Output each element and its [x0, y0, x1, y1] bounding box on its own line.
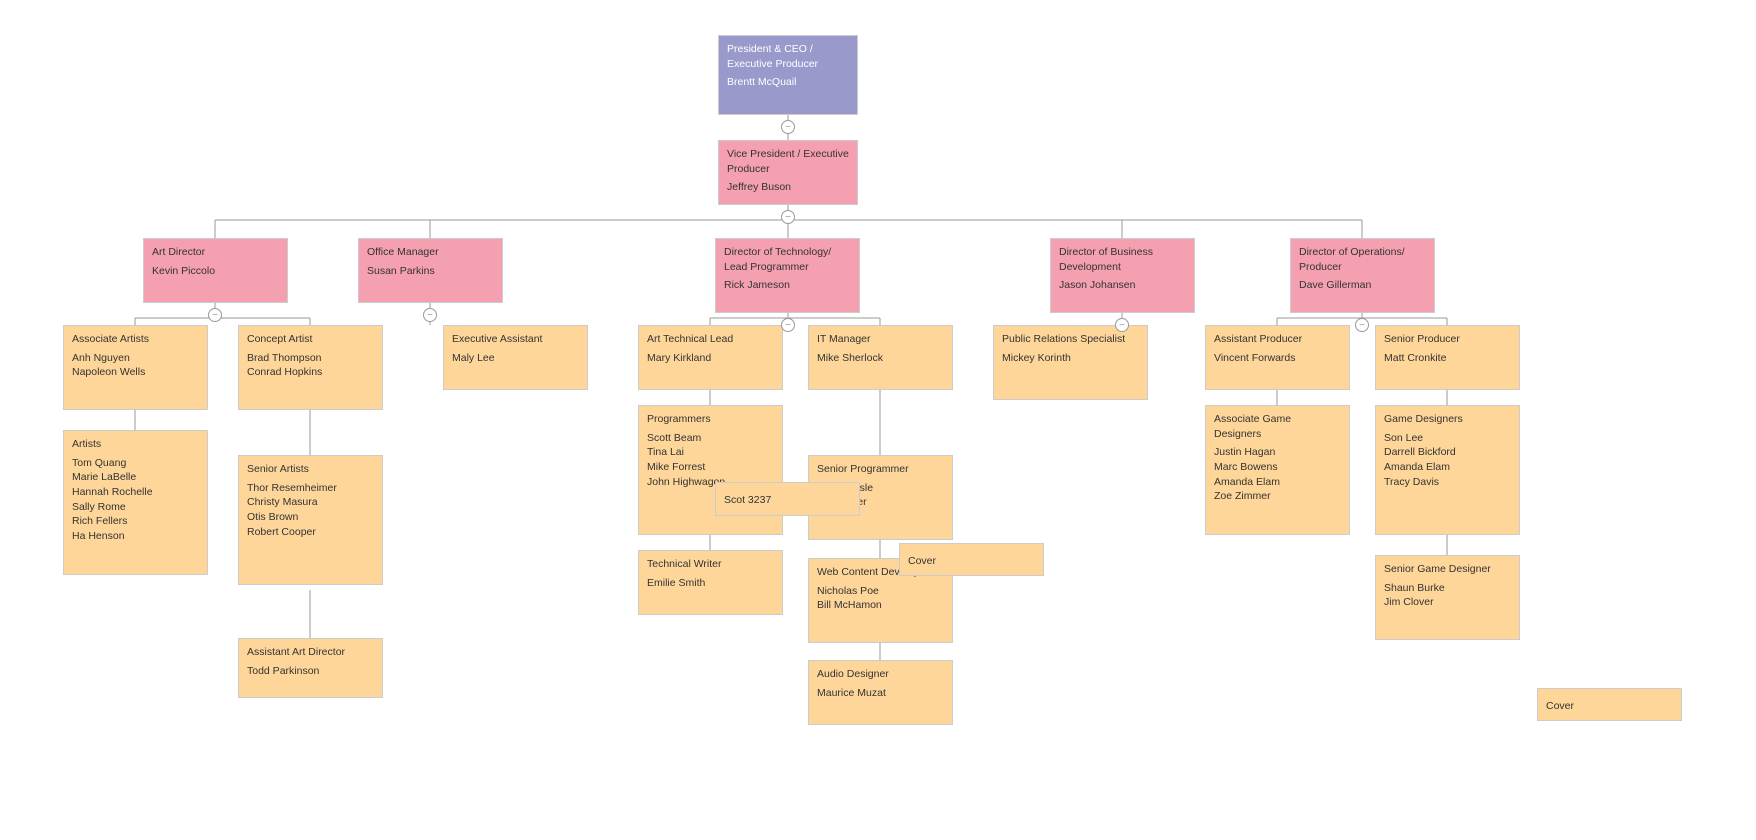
director-biz-title: Director of Business Development	[1059, 245, 1186, 274]
node-asst-art-director: Assistant Art Director Todd Parkinson	[238, 638, 383, 698]
director-tech-title: Director of Technology/ Lead Programmer	[724, 245, 851, 274]
artists-title: Artists	[72, 437, 199, 452]
tech-writer-title: Technical Writer	[647, 557, 774, 572]
expand-circle-ops[interactable]: −	[1355, 318, 1369, 332]
node-director-ops: Director of Operations/ Producer Dave Gi…	[1290, 238, 1435, 313]
expand-circle-tech[interactable]: −	[781, 318, 795, 332]
it-manager-name: Mike Sherlock	[817, 351, 944, 366]
node-scot3237: Scot 3237	[715, 482, 860, 516]
scot3237-name: Scot 3237	[724, 493, 851, 508]
node-tech-writer: Technical Writer Emilie Smith	[638, 550, 783, 615]
artists-name: Tom QuangMarie LaBelleHannah RochelleSal…	[72, 456, 199, 544]
expand-circle-vp[interactable]: −	[781, 210, 795, 224]
assoc-game-designers-title: Associate Game Designers	[1214, 412, 1341, 441]
art-tech-lead-title: Art Technical Lead	[647, 332, 774, 347]
audio-designer-title: Audio Designer	[817, 667, 944, 682]
node-ceo: President & CEO / Executive Producer Bre…	[718, 35, 858, 115]
art-tech-lead-name: Mary Kirkland	[647, 351, 774, 366]
web-content-name: Nicholas PoeBill McHamon	[817, 584, 944, 613]
exec-assistant-title: Executive Assistant	[452, 332, 579, 347]
game-designers-name: Son LeeDarrell BickfordAmanda ElamTracy …	[1384, 431, 1511, 490]
asst-art-director-title: Assistant Art Director	[247, 645, 374, 660]
node-director-biz: Director of Business Development Jason J…	[1050, 238, 1195, 313]
programmers-name: Scott BeamTina LaiMike ForrestJohn Highw…	[647, 431, 774, 490]
asst-art-director-name: Todd Parkinson	[247, 664, 374, 679]
senior-artists-name: Thor ResemheimerChristy MasuraOtis Brown…	[247, 481, 374, 540]
cover-2-name: Cover	[1546, 699, 1673, 714]
node-art-director: Art Director Kevin Piccolo	[143, 238, 288, 303]
art-director-title: Art Director	[152, 245, 279, 260]
pr-specialist-title: Public Relations Specialist	[1002, 332, 1139, 347]
node-asst-producer: Assistant Producer Vincent Forwards	[1205, 325, 1350, 390]
cover-1-name: Cover	[908, 554, 1035, 569]
ceo-title: President & CEO / Executive Producer	[727, 42, 849, 71]
assoc-game-designers-name: Justin HaganMarc BowensAmanda ElamZoe Zi…	[1214, 445, 1341, 504]
node-audio-designer: Audio Designer Maurice Muzat	[808, 660, 953, 725]
expand-circle-art[interactable]: −	[208, 308, 222, 322]
concept-artist-name: Brad ThompsonConrad Hopkins	[247, 351, 374, 380]
pr-specialist-name: Mickey Korinth	[1002, 351, 1139, 366]
office-manager-name: Susan Parkins	[367, 264, 494, 279]
ceo-name: Brentt McQuail	[727, 75, 849, 90]
node-director-tech: Director of Technology/ Lead Programmer …	[715, 238, 860, 313]
vp-name: Jeffrey Buson	[727, 180, 849, 195]
node-cover-1: Cover	[899, 543, 1044, 576]
senior-producer-name: Matt Cronkite	[1384, 351, 1511, 366]
tech-writer-name: Emilie Smith	[647, 576, 774, 591]
node-exec-assistant: Executive Assistant Maly Lee	[443, 325, 588, 390]
art-director-name: Kevin Piccolo	[152, 264, 279, 279]
senior-programmer-title: Senior Programmer	[817, 462, 944, 477]
senior-game-designer-name: Shaun BurkeJim Clover	[1384, 581, 1511, 610]
asst-producer-title: Assistant Producer	[1214, 332, 1341, 347]
office-manager-title: Office Manager	[367, 245, 494, 260]
asst-producer-name: Vincent Forwards	[1214, 351, 1341, 366]
director-tech-name: Rick Jameson	[724, 278, 851, 293]
senior-artists-title: Senior Artists	[247, 462, 374, 477]
node-concept-artist: Concept Artist Brad ThompsonConrad Hopki…	[238, 325, 383, 410]
node-assoc-game-designers: Associate Game Designers Justin HaganMar…	[1205, 405, 1350, 535]
audio-designer-name: Maurice Muzat	[817, 686, 944, 701]
director-ops-title: Director of Operations/ Producer	[1299, 245, 1426, 274]
node-game-designers: Game Designers Son LeeDarrell BickfordAm…	[1375, 405, 1520, 535]
programmers-title: Programmers	[647, 412, 774, 427]
it-manager-title: IT Manager	[817, 332, 944, 347]
senior-producer-title: Senior Producer	[1384, 332, 1511, 347]
node-office-manager: Office Manager Susan Parkins	[358, 238, 503, 303]
node-cover-2: Cover	[1537, 688, 1682, 721]
node-senior-producer: Senior Producer Matt Cronkite	[1375, 325, 1520, 390]
senior-game-designer-title: Senior Game Designer	[1384, 562, 1511, 577]
expand-circle-ceo[interactable]: −	[781, 120, 795, 134]
concept-artist-title: Concept Artist	[247, 332, 374, 347]
director-ops-name: Dave Gillerman	[1299, 278, 1426, 293]
node-vp: Vice President / Executive Producer Jeff…	[718, 140, 858, 205]
node-pr-specialist: Public Relations Specialist Mickey Korin…	[993, 325, 1148, 400]
node-it-manager: IT Manager Mike Sherlock	[808, 325, 953, 390]
expand-circle-office[interactable]: −	[423, 308, 437, 322]
node-senior-artists: Senior Artists Thor ResemheimerChristy M…	[238, 455, 383, 585]
node-senior-game-designer: Senior Game Designer Shaun BurkeJim Clov…	[1375, 555, 1520, 640]
node-artists: Artists Tom QuangMarie LaBelleHannah Roc…	[63, 430, 208, 575]
org-chart: President & CEO / Executive Producer Bre…	[0, 0, 1756, 840]
game-designers-title: Game Designers	[1384, 412, 1511, 427]
assoc-artists-name: Anh NguyenNapoleon Wells	[72, 351, 199, 380]
exec-assistant-name: Maly Lee	[452, 351, 579, 366]
assoc-artists-title: Associate Artists	[72, 332, 199, 347]
director-biz-name: Jason Johansen	[1059, 278, 1186, 293]
expand-circle-biz[interactable]: −	[1115, 318, 1129, 332]
vp-title: Vice President / Executive Producer	[727, 147, 849, 176]
node-assoc-artists: Associate Artists Anh NguyenNapoleon Wel…	[63, 325, 208, 410]
node-art-tech-lead: Art Technical Lead Mary Kirkland	[638, 325, 783, 390]
